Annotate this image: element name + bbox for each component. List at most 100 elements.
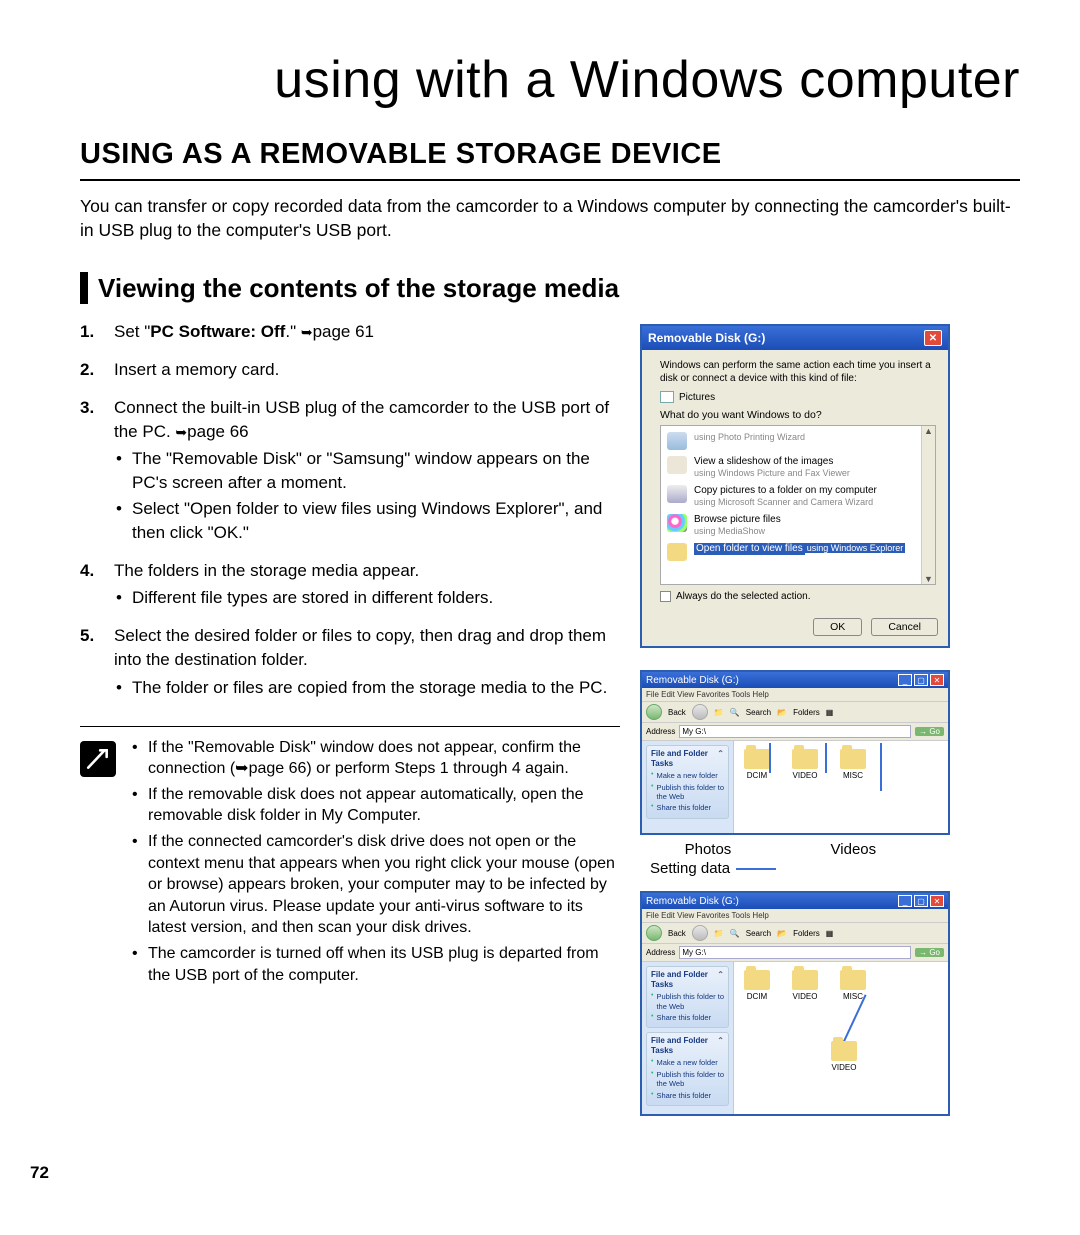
folder-icon xyxy=(792,970,818,990)
minimize-icon[interactable]: _ xyxy=(898,674,912,686)
toolbar[interactable]: Back 📁 🔍Search 📂Folders ▦ xyxy=(642,701,948,723)
page-title: using with a Windows computer xyxy=(80,50,1020,110)
folder-labels: Photos Videos xyxy=(640,841,1020,858)
note-3: If the connected camcorder's disk drive … xyxy=(130,831,620,939)
note-2: If the removable disk does not appear au… xyxy=(130,784,620,827)
cancel-button[interactable]: Cancel xyxy=(871,618,938,636)
views-icon[interactable]: ▦ xyxy=(826,929,834,938)
folder-view[interactable]: DCIM VIDEO MISC xyxy=(734,741,948,833)
maximize-icon[interactable]: ▢ xyxy=(914,674,928,686)
dialog-question: What do you want Windows to do? xyxy=(660,409,936,421)
folder-icon xyxy=(744,970,770,990)
task-link[interactable]: Share this folder xyxy=(651,1013,724,1022)
explorer-window-2: Removable Disk (G:) _ ▢ ✕ File Edit View… xyxy=(640,891,950,1116)
option-copy[interactable]: Copy pictures to a folder on my computer… xyxy=(667,485,929,508)
scroll-up-icon[interactable]: ▲ xyxy=(924,426,933,436)
search-icon[interactable]: 🔍 xyxy=(730,708,740,717)
forward-icon[interactable] xyxy=(692,925,708,941)
folder-video[interactable]: VIDEO xyxy=(792,749,818,780)
checkbox[interactable] xyxy=(660,591,671,602)
always-checkbox-row[interactable]: Always do the selected action. xyxy=(660,591,936,602)
always-label: Always do the selected action. xyxy=(676,591,811,602)
back-icon[interactable] xyxy=(646,704,662,720)
folder-dcim[interactable]: DCIM xyxy=(744,970,770,1001)
step-2: Insert a memory card. xyxy=(80,358,620,382)
search-icon[interactable]: 🔍 xyxy=(730,929,740,938)
views-icon[interactable]: ▦ xyxy=(826,708,834,717)
minimize-icon[interactable]: _ xyxy=(898,895,912,907)
camera-copy-icon xyxy=(667,485,687,503)
close-icon[interactable]: ✕ xyxy=(930,895,944,907)
explorer-titlebar[interactable]: Removable Disk (G:) _ ▢ ✕ xyxy=(642,672,948,688)
task-link[interactable]: Share this folder xyxy=(651,803,724,812)
menu-bar[interactable]: File Edit View Favorites Tools Help xyxy=(642,688,948,701)
media-type-row: Pictures xyxy=(660,391,936,403)
close-icon[interactable]: ✕ xyxy=(930,674,944,686)
up-icon[interactable]: 📁 xyxy=(714,929,724,938)
task-link[interactable]: Share this folder xyxy=(651,1091,724,1100)
toolbar[interactable]: Back 📁 🔍Search 📂Folders ▦ xyxy=(642,922,948,944)
pictures-icon xyxy=(660,391,674,403)
option-slideshow[interactable]: View a slideshow of the imagesusing Wind… xyxy=(667,456,929,479)
folder-icon xyxy=(792,749,818,769)
folder-view[interactable]: DCIM VIDEO MISC VIDEO xyxy=(734,962,948,1114)
task-link[interactable]: Publish this folder to the Web xyxy=(651,783,724,802)
folder-misc[interactable]: MISC xyxy=(840,970,866,1001)
slideshow-icon xyxy=(667,456,687,474)
maximize-icon[interactable]: ▢ xyxy=(914,895,928,907)
scroll-down-icon[interactable]: ▼ xyxy=(924,574,933,584)
go-button[interactable]: → Go xyxy=(915,727,944,736)
autoplay-dialog: Removable Disk (G:) ✕ Windows can perfor… xyxy=(640,324,950,648)
note-divider xyxy=(80,726,620,727)
task-link[interactable]: Publish this folder to the Web xyxy=(651,992,724,1011)
step-3-bullet-1: The "Removable Disk" or "Samsung" window… xyxy=(114,447,620,495)
close-icon[interactable]: ✕ xyxy=(924,330,942,346)
option-print[interactable]: using Photo Printing Wizard xyxy=(667,432,929,450)
ok-button[interactable]: OK xyxy=(813,618,862,636)
up-icon[interactable]: 📁 xyxy=(714,708,724,717)
accent-bar xyxy=(80,272,88,304)
note-1: If the "Removable Disk" window does not … xyxy=(130,737,620,780)
step-3-bullet-2: Select "Open folder to view files using … xyxy=(114,497,620,545)
scrollbar[interactable]: ▲▼ xyxy=(921,426,935,584)
steps-list: Set "PC Software: Off." page 61 Insert a… xyxy=(80,320,620,699)
folders-icon[interactable]: 📂 xyxy=(777,929,787,938)
label-videos: Videos xyxy=(831,841,877,858)
tasks-pane: File and Folder Tasks⌃ Make a new folder… xyxy=(642,741,734,833)
go-button[interactable]: → Go xyxy=(915,948,944,957)
explorer-titlebar[interactable]: Removable Disk (G:) _ ▢ ✕ xyxy=(642,893,948,909)
options-listbox[interactable]: using Photo Printing Wizard View a slide… xyxy=(660,425,936,585)
option-open-folder[interactable]: Open folder to view filesusing Windows E… xyxy=(667,543,929,561)
dialog-title: Removable Disk (G:) xyxy=(648,331,765,345)
folder-video[interactable]: VIDEO xyxy=(792,970,818,1001)
folder-dcim[interactable]: DCIM xyxy=(744,749,770,780)
dialog-titlebar[interactable]: Removable Disk (G:) ✕ xyxy=(642,326,948,350)
menu-bar[interactable]: File Edit View Favorites Tools Help xyxy=(642,909,948,922)
intro-paragraph: You can transfer or copy recorded data f… xyxy=(80,195,1020,242)
disc-icon xyxy=(667,514,687,532)
tasks-pane: File and Folder Tasks⌃ Publish this fold… xyxy=(642,962,734,1114)
folder-icon xyxy=(831,1041,857,1061)
folder-icon xyxy=(744,749,770,769)
address-bar[interactable]: Address → Go xyxy=(642,723,948,741)
address-bar[interactable]: Address → Go xyxy=(642,944,948,962)
subsection-title: Viewing the contents of the storage medi… xyxy=(98,273,619,304)
dialog-message: Windows can perform the same action each… xyxy=(660,360,936,385)
folder-icon xyxy=(840,970,866,990)
address-input[interactable] xyxy=(679,725,911,738)
folder-video-sub[interactable]: VIDEO xyxy=(831,1041,857,1072)
address-input[interactable] xyxy=(679,946,911,959)
folder-icon xyxy=(667,543,687,561)
step-1: Set "PC Software: Off." page 61 xyxy=(80,320,620,344)
forward-icon[interactable] xyxy=(692,704,708,720)
option-browse[interactable]: Browse picture filesusing MediaShow xyxy=(667,514,929,537)
folders-icon[interactable]: 📂 xyxy=(777,708,787,717)
step-5: Select the desired folder or files to co… xyxy=(80,624,620,699)
folder-misc[interactable]: MISC xyxy=(840,749,866,780)
section-heading: USING AS A REMOVABLE STORAGE DEVICE xyxy=(80,138,1020,181)
back-icon[interactable] xyxy=(646,925,662,941)
step-3: Connect the built-in USB plug of the cam… xyxy=(80,396,620,545)
task-link[interactable]: Publish this folder to the Web xyxy=(651,1070,724,1089)
task-link[interactable]: Make a new folder xyxy=(651,771,724,780)
task-link[interactable]: Make a new folder xyxy=(651,1058,724,1067)
